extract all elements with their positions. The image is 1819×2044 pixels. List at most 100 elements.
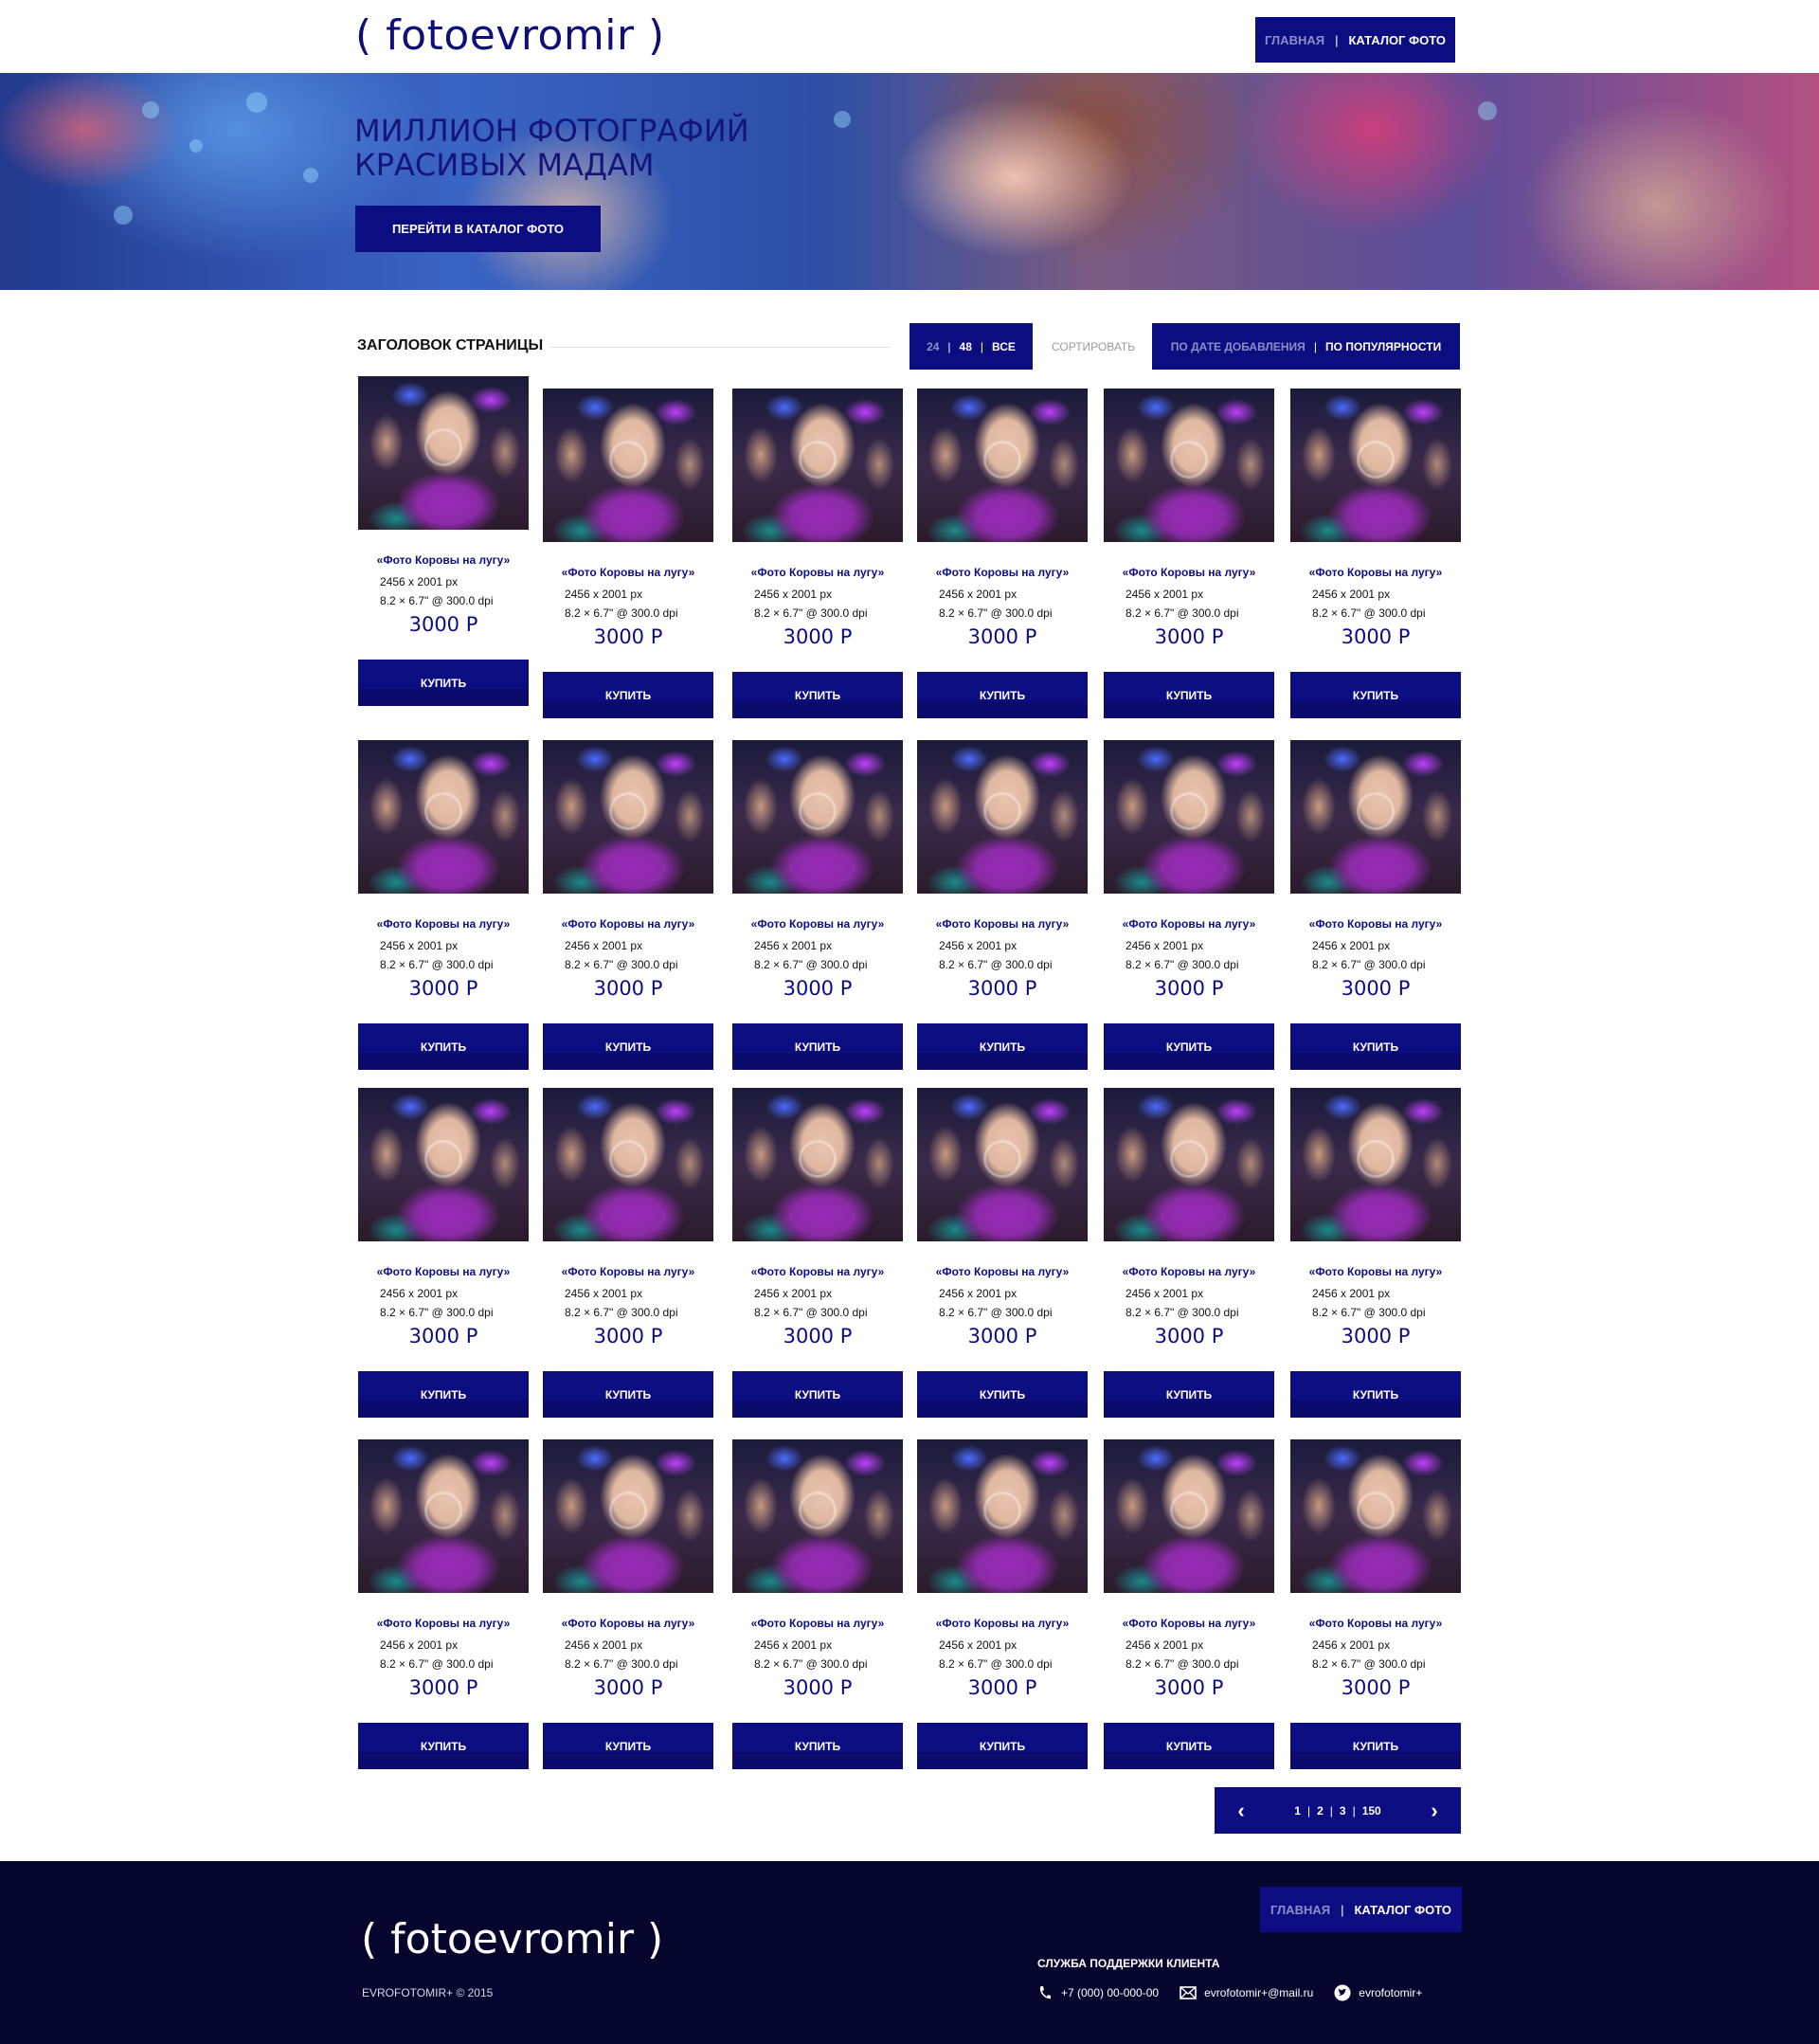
buy-button[interactable]: КУПИТЬ (917, 672, 1088, 718)
product-title[interactable]: «Фото Коровы на лугу» (917, 1617, 1088, 1630)
buy-button[interactable]: КУПИТЬ (732, 672, 903, 718)
buy-button[interactable]: КУПИТЬ (543, 1371, 713, 1418)
buy-button[interactable]: КУПИТЬ (732, 1723, 903, 1769)
product-photo[interactable] (1104, 740, 1274, 894)
buy-button[interactable]: КУПИТЬ (358, 1023, 529, 1070)
product-photo[interactable] (1104, 1439, 1274, 1593)
product-photo[interactable] (732, 389, 903, 542)
sort-by-popularity[interactable]: ПО ПОПУЛЯРНОСТИ (1325, 340, 1441, 353)
page-link[interactable]: 150 (1362, 1804, 1381, 1818)
product-photo[interactable] (543, 389, 713, 542)
phone-number[interactable]: +7 (000) 00-000-00 (1061, 1986, 1159, 1999)
page-link[interactable]: 1 (1294, 1804, 1301, 1818)
product-title[interactable]: «Фото Коровы на лугу» (1104, 566, 1274, 579)
product-photo[interactable] (917, 1088, 1088, 1241)
buy-button[interactable]: КУПИТЬ (543, 672, 713, 718)
per-page-24[interactable]: 24 (927, 340, 939, 353)
product-photo[interactable] (732, 1088, 903, 1241)
product-title[interactable]: «Фото Коровы на лугу» (732, 1617, 903, 1630)
buy-button[interactable]: КУПИТЬ (1104, 1371, 1274, 1418)
product-photo[interactable] (917, 1439, 1088, 1593)
product-title[interactable]: «Фото Коровы на лугу» (732, 566, 903, 579)
buy-button[interactable]: КУПИТЬ (1290, 1371, 1461, 1418)
buy-button[interactable]: КУПИТЬ (1104, 1023, 1274, 1070)
product-title[interactable]: «Фото Коровы на лугу» (543, 1265, 713, 1278)
buy-button[interactable]: КУПИТЬ (1290, 672, 1461, 718)
buy-button[interactable]: КУПИТЬ (1104, 672, 1274, 718)
go-to-catalog-button[interactable]: ПЕРЕЙТИ В КАТАЛОГ ФОТО (355, 206, 601, 252)
product-photo[interactable] (917, 389, 1088, 542)
product-print-size: 8.2 × 6.7" @ 300.0 dpi (1126, 958, 1239, 971)
chevron-right-icon[interactable]: › (1425, 1799, 1444, 1823)
product-title[interactable]: «Фото Коровы на лугу» (358, 917, 529, 931)
product-photo[interactable] (358, 376, 529, 530)
product-photo[interactable] (1290, 740, 1461, 894)
page-link[interactable]: 3 (1340, 1804, 1346, 1818)
buy-button[interactable]: КУПИТЬ (1290, 1723, 1461, 1769)
footer-nav-home-link[interactable]: ГЛАВНАЯ (1270, 1903, 1330, 1917)
page-link[interactable]: 2 (1317, 1804, 1324, 1818)
buy-button[interactable]: КУПИТЬ (358, 1371, 529, 1418)
product-photo[interactable] (358, 740, 529, 894)
product-photo[interactable] (732, 740, 903, 894)
product-title[interactable]: «Фото Коровы на лугу» (917, 566, 1088, 579)
nav-catalog-link[interactable]: КАТАЛОГ ФОТО (1348, 33, 1446, 47)
product-title[interactable]: «Фото Коровы на лугу» (917, 917, 1088, 931)
site-logo[interactable]: ( fotoevromir ) (355, 11, 665, 60)
product-title[interactable]: «Фото Коровы на лугу» (1290, 1265, 1461, 1278)
product-title[interactable]: «Фото Коровы на лугу» (543, 917, 713, 931)
product-photo[interactable] (358, 1088, 529, 1241)
product-photo[interactable] (1290, 1439, 1461, 1593)
product-title[interactable]: «Фото Коровы на лугу» (1290, 917, 1461, 931)
footer-nav-catalog-link[interactable]: КАТАЛОГ ФОТО (1354, 1903, 1451, 1917)
product-title[interactable]: «Фото Коровы на лугу» (732, 917, 903, 931)
buy-button[interactable]: КУПИТЬ (1290, 1023, 1461, 1070)
buy-button[interactable]: КУПИТЬ (1104, 1723, 1274, 1769)
product-title[interactable]: «Фото Коровы на лугу» (543, 1617, 713, 1630)
product-title[interactable]: «Фото Коровы на лугу» (1290, 1617, 1461, 1630)
product-title[interactable]: «Фото Коровы на лугу» (1104, 917, 1274, 931)
product-size: 2456 x 2001 px (565, 1287, 643, 1300)
product-photo[interactable] (1104, 1088, 1274, 1241)
product-title[interactable]: «Фото Коровы на лугу» (358, 1265, 529, 1278)
buy-button[interactable]: КУПИТЬ (917, 1023, 1088, 1070)
product-card: «Фото Коровы на лугу» 2456 x 2001 px 8.2… (358, 740, 529, 1070)
product-title[interactable]: «Фото Коровы на лугу» (1290, 566, 1461, 579)
buy-button[interactable]: КУПИТЬ (543, 1023, 713, 1070)
buy-button[interactable]: КУПИТЬ (732, 1371, 903, 1418)
product-title[interactable]: «Фото Коровы на лугу» (917, 1265, 1088, 1278)
sort-by-date[interactable]: ПО ДАТЕ ДОБАВЛЕНИЯ (1171, 340, 1306, 353)
product-photo[interactable] (1290, 1088, 1461, 1241)
product-photo[interactable] (1104, 389, 1274, 542)
twitter-handle[interactable]: evrofotomir+ (1359, 1986, 1422, 1999)
watermark-icon (1170, 1140, 1208, 1178)
product-title[interactable]: «Фото Коровы на лугу» (358, 553, 529, 567)
buy-button[interactable]: КУПИТЬ (543, 1723, 713, 1769)
product-title[interactable]: «Фото Коровы на лугу» (1104, 1265, 1274, 1278)
product-photo[interactable] (1290, 389, 1461, 542)
buy-button[interactable]: КУПИТЬ (358, 660, 529, 706)
buy-button[interactable]: КУПИТЬ (732, 1023, 903, 1070)
product-title[interactable]: «Фото Коровы на лугу» (543, 566, 713, 579)
product-title[interactable]: «Фото Коровы на лугу» (1104, 1617, 1274, 1630)
product-photo[interactable] (543, 1439, 713, 1593)
nav-home-link[interactable]: ГЛАВНАЯ (1265, 33, 1324, 47)
product-photo[interactable] (543, 1088, 713, 1241)
buy-button[interactable]: КУПИТЬ (358, 1723, 529, 1769)
buy-button[interactable]: КУПИТЬ (917, 1723, 1088, 1769)
per-page-48[interactable]: 48 (960, 340, 972, 353)
watermark-icon (983, 792, 1021, 830)
product-photo[interactable] (917, 740, 1088, 894)
per-page-all[interactable]: ВСЕ (992, 340, 1016, 353)
chevron-left-icon[interactable]: ‹ (1232, 1799, 1251, 1823)
product-photo[interactable] (732, 1439, 903, 1593)
product-title[interactable]: «Фото Коровы на лугу» (358, 1617, 529, 1630)
per-page-selector: 24 | 48 | ВСЕ (910, 323, 1033, 370)
buy-button[interactable]: КУПИТЬ (917, 1371, 1088, 1418)
product-photo[interactable] (543, 740, 713, 894)
product-title[interactable]: «Фото Коровы на лугу» (732, 1265, 903, 1278)
footer-logo[interactable]: ( fotoevromir ) (361, 1915, 663, 1963)
product-photo[interactable] (358, 1439, 529, 1593)
product-size: 2456 x 2001 px (939, 939, 1018, 952)
email-address[interactable]: evrofotomir+@mail.ru (1204, 1986, 1313, 1999)
